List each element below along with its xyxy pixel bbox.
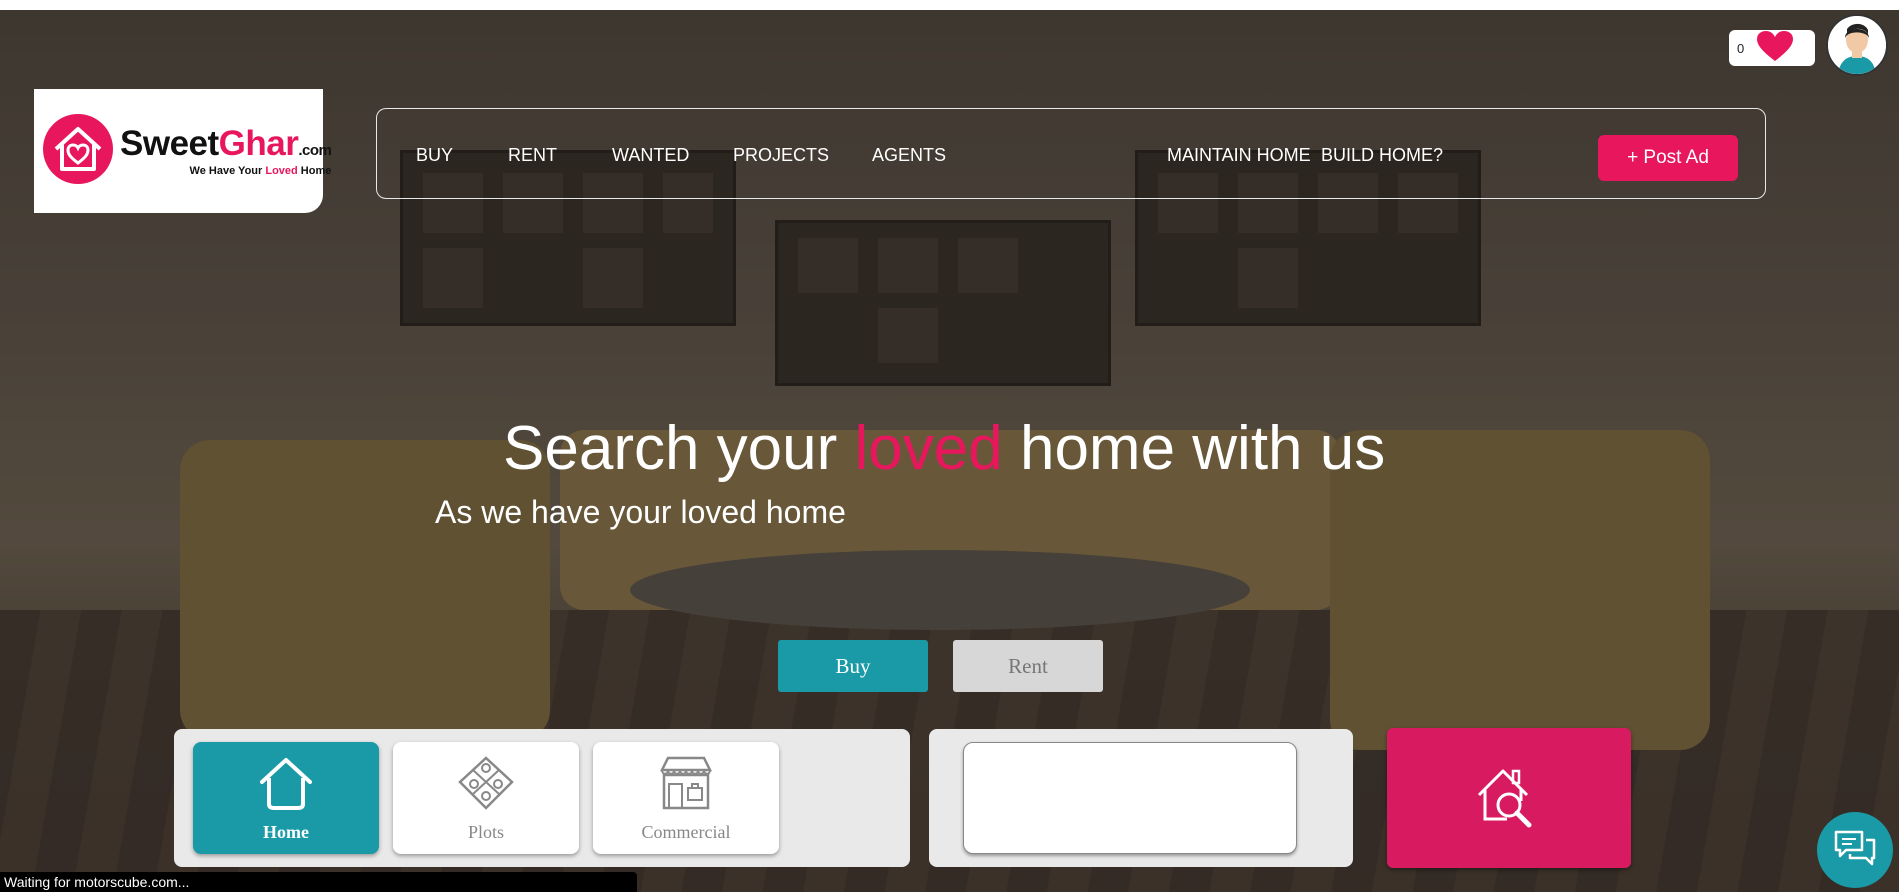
- hero-headline: Search your loved home with us: [503, 414, 1386, 483]
- property-type-label: Plots: [467, 822, 505, 842]
- browser-top-strip: [0, 0, 1899, 10]
- location-search-input[interactable]: [963, 742, 1297, 854]
- location-input-panel: [929, 729, 1353, 867]
- nav-item-rent[interactable]: RENT: [508, 145, 557, 166]
- hero-subheadline: As we have your loved home: [435, 494, 846, 530]
- wishlist-count: 0: [1737, 40, 1745, 56]
- commercial-icon: [656, 754, 716, 812]
- post-ad-button[interactable]: + Post Ad: [1598, 135, 1738, 181]
- property-type-commercial[interactable]: Commercial: [593, 742, 779, 854]
- site-logo[interactable]: SweetGhar.com We Have Your Loved Home: [34, 89, 332, 213]
- browser-status-bar: Waiting for motorscube.com...: [0, 872, 637, 892]
- home-icon: [256, 754, 316, 812]
- property-type-label: Home: [263, 822, 309, 842]
- user-avatar[interactable]: [1826, 14, 1888, 76]
- nav-item-agents[interactable]: AGENTS: [872, 145, 946, 166]
- search-button[interactable]: [1387, 728, 1631, 868]
- chat-button[interactable]: [1817, 812, 1893, 888]
- property-type-home[interactable]: Home: [193, 742, 379, 854]
- tab-buy[interactable]: Buy: [778, 640, 928, 692]
- main-navbar: BUY RENT WANTED PROJECTS AGENTS MAINTAIN…: [376, 108, 1766, 199]
- plots-icon: [456, 754, 516, 812]
- property-type-plots[interactable]: Plots: [393, 742, 579, 854]
- nav-item-wanted[interactable]: WANTED: [612, 145, 689, 166]
- nav-item-maintain-home[interactable]: MAINTAIN HOME: [1167, 145, 1311, 166]
- property-type-label: Commercial: [641, 822, 731, 842]
- property-type-panel: Home Plots Commercial: [174, 729, 910, 867]
- tab-rent[interactable]: Rent: [953, 640, 1103, 692]
- wishlist-button[interactable]: 0: [1729, 30, 1815, 66]
- chat-icon: [1833, 830, 1877, 872]
- logo-wordmark: SweetGhar.com: [120, 123, 332, 163]
- house-search-icon: [1473, 769, 1545, 836]
- avatar-icon: [1828, 16, 1886, 74]
- nav-item-projects[interactable]: PROJECTS: [733, 145, 829, 166]
- logo-tagline: We Have Your Loved Home: [189, 164, 332, 177]
- heart-icon: [1756, 30, 1794, 67]
- nav-item-build-home[interactable]: BUILD HOME?: [1321, 145, 1443, 166]
- nav-item-buy[interactable]: BUY: [416, 145, 453, 166]
- logo-house-heart-icon: [42, 113, 114, 190]
